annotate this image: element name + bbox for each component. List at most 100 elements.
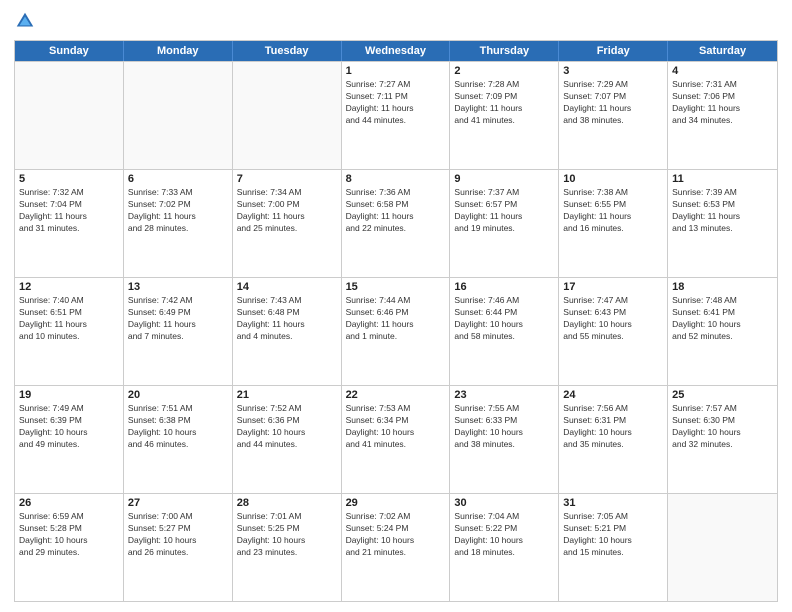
cell-info: Sunrise: 7:34 AM Sunset: 7:00 PM Dayligh…: [237, 187, 337, 235]
cell-day-number: 27: [128, 497, 228, 509]
cell-day-number: 18: [672, 281, 773, 293]
calendar-cell: 8 Sunrise: 7:36 AM Sunset: 6:58 PM Daylig…: [342, 170, 451, 277]
calendar-cell: [15, 62, 124, 169]
calendar-cell: [124, 62, 233, 169]
cell-day-number: 15: [346, 281, 446, 293]
cell-info: Sunrise: 7:39 AM Sunset: 6:53 PM Dayligh…: [672, 187, 773, 235]
cell-info: Sunrise: 7:55 AM Sunset: 6:33 PM Dayligh…: [454, 403, 554, 451]
header-day-wednesday: Wednesday: [342, 41, 451, 61]
cell-day-number: 12: [19, 281, 119, 293]
cell-info: Sunrise: 7:37 AM Sunset: 6:57 PM Dayligh…: [454, 187, 554, 235]
cell-day-number: 1: [346, 65, 446, 77]
cell-info: Sunrise: 7:46 AM Sunset: 6:44 PM Dayligh…: [454, 295, 554, 343]
calendar-cell: 24 Sunrise: 7:56 AM Sunset: 6:31 PM Dayli…: [559, 386, 668, 493]
cell-info: Sunrise: 7:42 AM Sunset: 6:49 PM Dayligh…: [128, 295, 228, 343]
calendar-cell: 1 Sunrise: 7:27 AM Sunset: 7:11 PM Daylig…: [342, 62, 451, 169]
calendar-cell: [233, 62, 342, 169]
cell-day-number: 19: [19, 389, 119, 401]
cell-info: Sunrise: 7:28 AM Sunset: 7:09 PM Dayligh…: [454, 79, 554, 127]
cell-day-number: 21: [237, 389, 337, 401]
calendar-cell: 22 Sunrise: 7:53 AM Sunset: 6:34 PM Dayli…: [342, 386, 451, 493]
cell-day-number: 5: [19, 173, 119, 185]
calendar-cell: 11 Sunrise: 7:39 AM Sunset: 6:53 PM Dayli…: [668, 170, 777, 277]
cell-info: Sunrise: 7:52 AM Sunset: 6:36 PM Dayligh…: [237, 403, 337, 451]
calendar-cell: 18 Sunrise: 7:48 AM Sunset: 6:41 PM Dayli…: [668, 278, 777, 385]
calendar-cell: 30 Sunrise: 7:04 AM Sunset: 5:22 PM Dayli…: [450, 494, 559, 601]
cell-day-number: 17: [563, 281, 663, 293]
calendar-cell: 19 Sunrise: 7:49 AM Sunset: 6:39 PM Dayli…: [15, 386, 124, 493]
calendar-cell: 29Sunrise: 7:02 AM Sunset: 5:24 PM Dayli…: [342, 494, 451, 601]
cell-day-number: 25: [672, 389, 773, 401]
cell-day-number: 2: [454, 65, 554, 77]
calendar-cell: 12 Sunrise: 7:40 AM Sunset: 6:51 PM Dayli…: [15, 278, 124, 385]
cell-info: Sunrise: 7:36 AM Sunset: 6:58 PM Dayligh…: [346, 187, 446, 235]
cell-info: Sunrise: 7:02 AM Sunset: 5:24 PM Dayligh…: [346, 511, 446, 559]
calendar-cell: [668, 494, 777, 601]
cell-info: Sunrise: 6:59 AM Sunset: 5:28 PM Dayligh…: [19, 511, 119, 559]
cell-info: Sunrise: 7:29 AM Sunset: 7:07 PM Dayligh…: [563, 79, 663, 127]
cell-day-number: 4: [672, 65, 773, 77]
cell-day-number: 9: [454, 173, 554, 185]
cell-day-number: 24: [563, 389, 663, 401]
calendar-cell: 20 Sunrise: 7:51 AM Sunset: 6:38 PM Dayli…: [124, 386, 233, 493]
calendar-body: 1 Sunrise: 7:27 AM Sunset: 7:11 PM Daylig…: [15, 61, 777, 601]
cell-info: Sunrise: 7:04 AM Sunset: 5:22 PM Dayligh…: [454, 511, 554, 559]
cell-info: Sunrise: 7:01 AM Sunset: 5:25 PM Dayligh…: [237, 511, 337, 559]
cell-day-number: 11: [672, 173, 773, 185]
calendar-cell: 23Sunrise: 7:55 AM Sunset: 6:33 PM Dayli…: [450, 386, 559, 493]
cell-info: Sunrise: 7:44 AM Sunset: 6:46 PM Dayligh…: [346, 295, 446, 343]
calendar-cell: 27 Sunrise: 7:00 AM Sunset: 5:27 PM Dayli…: [124, 494, 233, 601]
header-day-monday: Monday: [124, 41, 233, 61]
logo: [14, 10, 38, 32]
cell-info: Sunrise: 7:56 AM Sunset: 6:31 PM Dayligh…: [563, 403, 663, 451]
calendar-cell: 2 Sunrise: 7:28 AM Sunset: 7:09 PM Daylig…: [450, 62, 559, 169]
calendar-row-3: 19 Sunrise: 7:49 AM Sunset: 6:39 PM Dayli…: [15, 385, 777, 493]
cell-info: Sunrise: 7:49 AM Sunset: 6:39 PM Dayligh…: [19, 403, 119, 451]
cell-info: Sunrise: 7:57 AM Sunset: 6:30 PM Dayligh…: [672, 403, 773, 451]
cell-day-number: 10: [563, 173, 663, 185]
header-day-saturday: Saturday: [668, 41, 777, 61]
calendar-cell: 14Sunrise: 7:43 AM Sunset: 6:48 PM Dayli…: [233, 278, 342, 385]
cell-info: Sunrise: 7:31 AM Sunset: 7:06 PM Dayligh…: [672, 79, 773, 127]
calendar: SundayMondayTuesdayWednesdayThursdayFrid…: [14, 40, 778, 602]
cell-info: Sunrise: 7:43 AM Sunset: 6:48 PM Dayligh…: [237, 295, 337, 343]
page: SundayMondayTuesdayWednesdayThursdayFrid…: [0, 0, 792, 612]
cell-info: Sunrise: 7:48 AM Sunset: 6:41 PM Dayligh…: [672, 295, 773, 343]
cell-info: Sunrise: 7:47 AM Sunset: 6:43 PM Dayligh…: [563, 295, 663, 343]
cell-day-number: 31: [563, 497, 663, 509]
header-day-sunday: Sunday: [15, 41, 124, 61]
calendar-row-1: 5 Sunrise: 7:32 AM Sunset: 7:04 PM Daylig…: [15, 169, 777, 277]
cell-info: Sunrise: 7:27 AM Sunset: 7:11 PM Dayligh…: [346, 79, 446, 127]
cell-day-number: 16: [454, 281, 554, 293]
cell-info: Sunrise: 7:00 AM Sunset: 5:27 PM Dayligh…: [128, 511, 228, 559]
calendar-cell: 3 Sunrise: 7:29 AM Sunset: 7:07 PM Daylig…: [559, 62, 668, 169]
cell-day-number: 26: [19, 497, 119, 509]
cell-info: Sunrise: 7:53 AM Sunset: 6:34 PM Dayligh…: [346, 403, 446, 451]
calendar-cell: 9 Sunrise: 7:37 AM Sunset: 6:57 PM Daylig…: [450, 170, 559, 277]
calendar-row-2: 12 Sunrise: 7:40 AM Sunset: 6:51 PM Dayli…: [15, 277, 777, 385]
cell-day-number: 8: [346, 173, 446, 185]
cell-day-number: 28: [237, 497, 337, 509]
cell-info: Sunrise: 7:51 AM Sunset: 6:38 PM Dayligh…: [128, 403, 228, 451]
cell-day-number: 20: [128, 389, 228, 401]
cell-day-number: 6: [128, 173, 228, 185]
cell-info: Sunrise: 7:32 AM Sunset: 7:04 PM Dayligh…: [19, 187, 119, 235]
calendar-cell: 10 Sunrise: 7:38 AM Sunset: 6:55 PM Dayli…: [559, 170, 668, 277]
logo-icon: [14, 10, 36, 32]
header-day-thursday: Thursday: [450, 41, 559, 61]
calendar-cell: 21 Sunrise: 7:52 AM Sunset: 6:36 PM Dayli…: [233, 386, 342, 493]
calendar-cell: 5 Sunrise: 7:32 AM Sunset: 7:04 PM Daylig…: [15, 170, 124, 277]
header-day-friday: Friday: [559, 41, 668, 61]
cell-info: Sunrise: 7:38 AM Sunset: 6:55 PM Dayligh…: [563, 187, 663, 235]
cell-day-number: 30: [454, 497, 554, 509]
calendar-cell: 31 Sunrise: 7:05 AM Sunset: 5:21 PM Dayli…: [559, 494, 668, 601]
calendar-header: SundayMondayTuesdayWednesdayThursdayFrid…: [15, 41, 777, 61]
cell-info: Sunrise: 7:05 AM Sunset: 5:21 PM Dayligh…: [563, 511, 663, 559]
cell-day-number: 3: [563, 65, 663, 77]
calendar-cell: 17 Sunrise: 7:47 AM Sunset: 6:43 PM Dayli…: [559, 278, 668, 385]
cell-info: Sunrise: 7:40 AM Sunset: 6:51 PM Dayligh…: [19, 295, 119, 343]
cell-info: Sunrise: 7:33 AM Sunset: 7:02 PM Dayligh…: [128, 187, 228, 235]
cell-day-number: 22: [346, 389, 446, 401]
calendar-cell: 7 Sunrise: 7:34 AM Sunset: 7:00 PM Daylig…: [233, 170, 342, 277]
cell-day-number: 7: [237, 173, 337, 185]
